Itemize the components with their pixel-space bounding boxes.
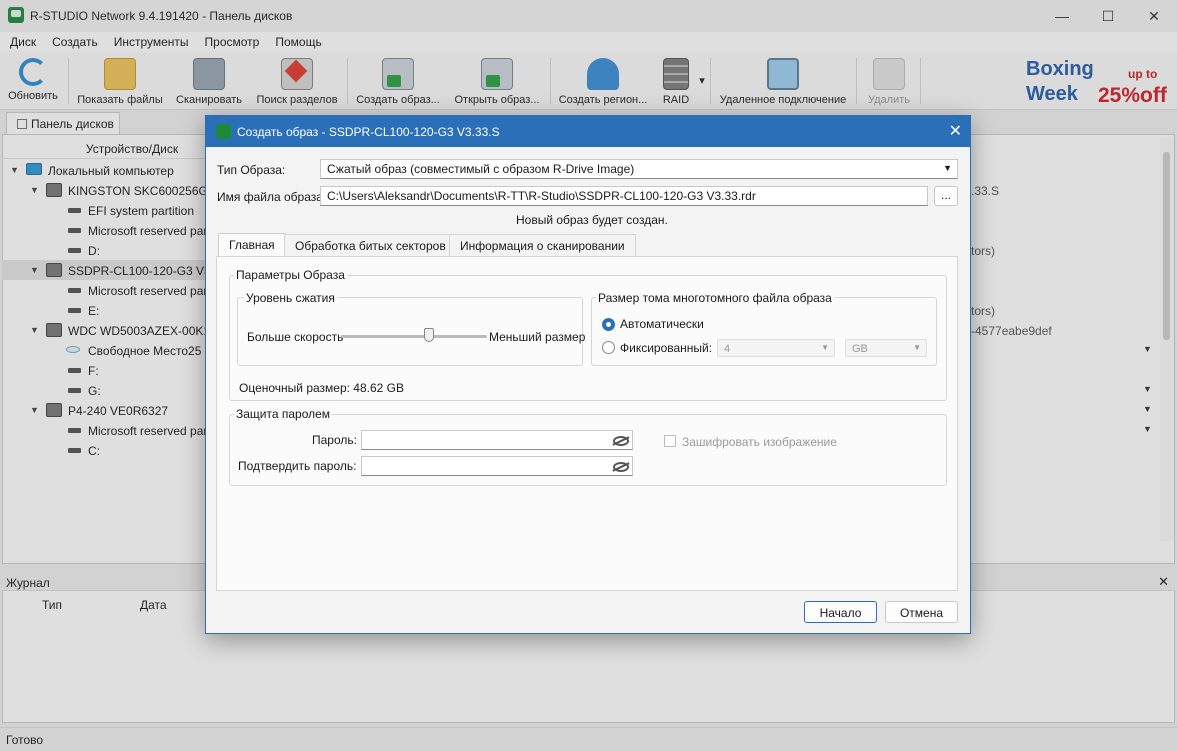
estimated-size: Оценочный размер: 48.62 GB bbox=[239, 381, 405, 395]
app-icon bbox=[216, 124, 231, 139]
cancel-button[interactable]: Отмена bbox=[885, 601, 958, 623]
notice-text: Новый образ будет создан. bbox=[516, 213, 668, 227]
compression-slider-thumb[interactable] bbox=[423, 328, 434, 342]
volume-size-title: Размер тома многотомного файла образа bbox=[596, 291, 834, 305]
eye-hidden-icon[interactable] bbox=[613, 462, 629, 472]
fixed-unit-select[interactable]: GB ▼ bbox=[845, 339, 927, 357]
eye-hidden-icon[interactable] bbox=[613, 436, 629, 446]
image-type-label: Тип Образа: bbox=[217, 163, 286, 177]
auto-label: Автоматически bbox=[620, 317, 704, 331]
tab-bad-sectors[interactable]: Обработка битых секторов bbox=[284, 234, 457, 256]
dialog-title-bar: Создать образ - SSDPR-CL100-120-G3 V3.33… bbox=[206, 116, 970, 147]
compression-title: Уровень сжатия bbox=[244, 291, 337, 305]
faster-label: Больше скорость bbox=[247, 330, 344, 344]
chevron-down-icon: ▼ bbox=[943, 163, 952, 173]
image-type-select[interactable]: Сжатый образ (совместимый с образом R-Dr… bbox=[320, 159, 958, 179]
auto-radio[interactable] bbox=[602, 318, 615, 331]
password-label: Пароль: bbox=[312, 433, 357, 447]
tab-content: Параметры Образа Уровень сжатия Больше с… bbox=[216, 256, 958, 591]
confirm-password-input[interactable] bbox=[361, 456, 633, 476]
tab-scan-info[interactable]: Информация о сканировании bbox=[449, 234, 636, 256]
create-image-dialog: Создать образ - SSDPR-CL100-120-G3 V3.33… bbox=[205, 115, 971, 634]
browse-button[interactable]: ... bbox=[934, 186, 958, 206]
fixed-label: Фиксированный: bbox=[620, 341, 713, 355]
compression-slider-track[interactable] bbox=[341, 335, 487, 338]
close-icon[interactable]: ✕ bbox=[949, 121, 962, 141]
confirm-password-label: Подтвердить пароль: bbox=[238, 459, 357, 473]
tab-main[interactable]: Главная bbox=[218, 233, 286, 257]
fixed-radio[interactable] bbox=[602, 341, 615, 354]
password-title: Защита паролем bbox=[234, 407, 333, 421]
chevron-down-icon: ▼ bbox=[913, 343, 921, 352]
encrypt-checkbox[interactable] bbox=[664, 435, 676, 447]
smaller-label: Меньший размер bbox=[489, 330, 586, 344]
start-button[interactable]: Начало bbox=[804, 601, 877, 623]
filename-input[interactable]: C:\Users\Aleksandr\Documents\R-TT\R-Stud… bbox=[320, 186, 928, 206]
image-params-title: Параметры Образа bbox=[234, 268, 347, 282]
chevron-down-icon: ▼ bbox=[821, 343, 829, 352]
fixed-size-select[interactable]: 4 ▼ bbox=[717, 339, 835, 357]
password-input[interactable] bbox=[361, 430, 633, 450]
filename-label: Имя файла образа: bbox=[217, 190, 327, 204]
encrypt-label: Зашифровать изображение bbox=[682, 435, 837, 449]
